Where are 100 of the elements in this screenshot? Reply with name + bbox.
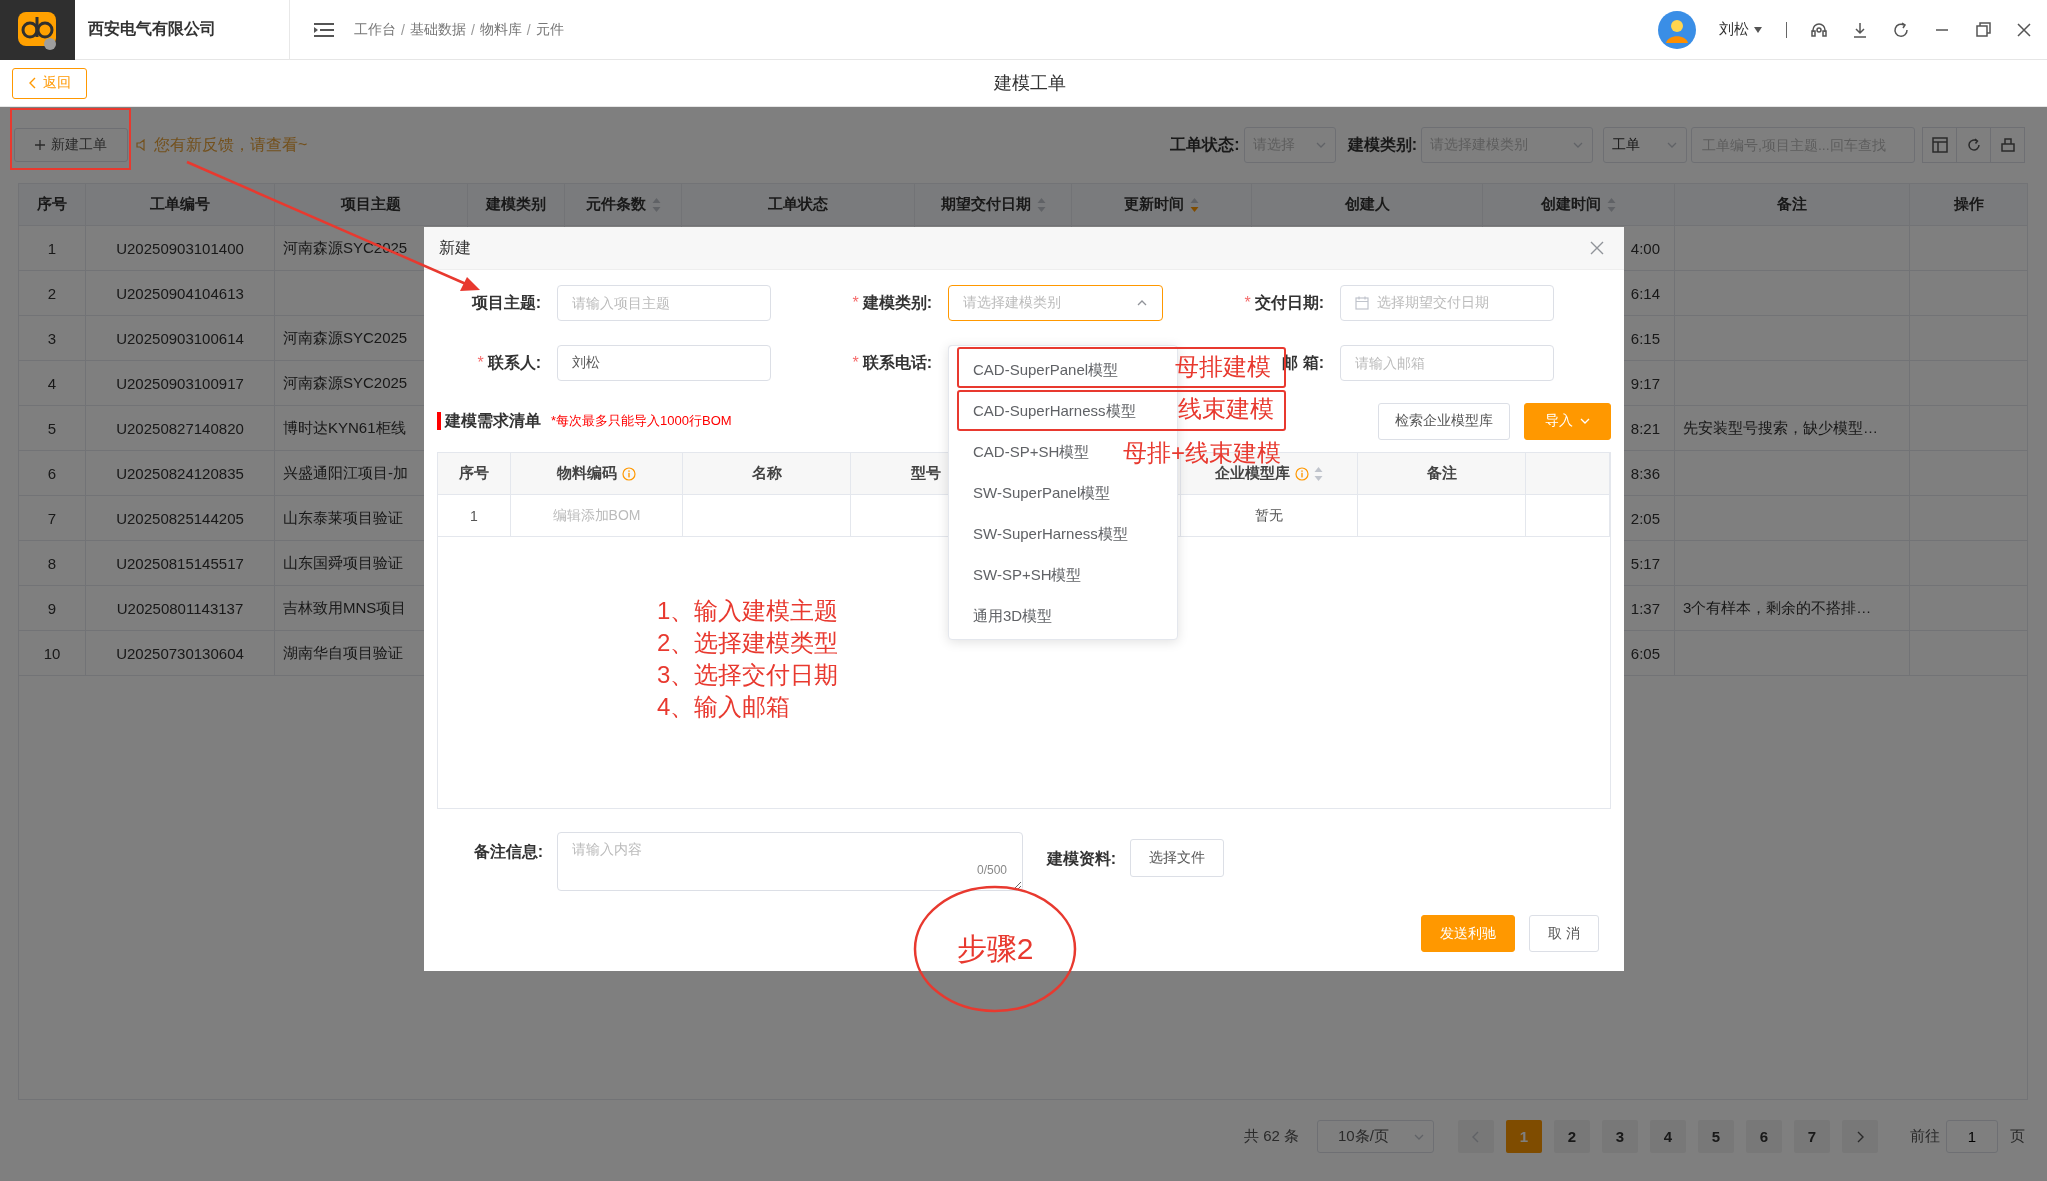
next-page-button[interactable] — [1842, 1120, 1878, 1153]
avatar[interactable] — [1658, 10, 1696, 49]
section-title: 建模需求清单 — [437, 412, 541, 430]
table-cell: U20250903101400 — [86, 226, 275, 271]
new-order-button[interactable]: 新建工单 — [14, 128, 128, 162]
dropdown-option[interactable]: CAD-SuperPanel模型 — [973, 361, 1119, 378]
table-cell: U20250904104613 — [86, 271, 275, 316]
user-menu[interactable]: 刘松 — [1719, 20, 1763, 39]
dropdown-option[interactable]: CAD-SP+SH模型 — [973, 443, 1090, 460]
column-header: 操作 — [1953, 195, 1984, 214]
page-unit: 页 — [2010, 1127, 2025, 1146]
table-cell: 3个有样本，剩余的不搭排… — [1675, 586, 1910, 631]
table-cell: U20250903100917 — [86, 361, 275, 406]
page-button[interactable]: 2 — [1554, 1120, 1590, 1153]
choose-file-button[interactable]: 选择文件 — [1130, 839, 1224, 877]
annotation-text: 母排+线束建模 — [1123, 438, 1281, 466]
input-field[interactable]: 请输入项目主题 — [557, 285, 771, 321]
table-icon — [1931, 137, 1948, 153]
table-cell: 5 — [19, 406, 86, 451]
refresh-icon — [1965, 137, 1982, 153]
goto-label: 前往 — [1910, 1127, 1940, 1146]
chevron-right-icon — [1856, 1130, 1864, 1143]
page-input[interactable]: 1 — [1946, 1120, 1998, 1153]
breadcrumb-link[interactable]: 工作台 — [354, 20, 396, 39]
sort-icon[interactable] — [1314, 465, 1323, 482]
sort-icon[interactable] — [651, 196, 661, 213]
table-cell: U20250824120835 — [86, 451, 275, 496]
dropdown-option[interactable]: SW-SP+SH模型 — [973, 566, 1082, 583]
page-button[interactable]: 5 — [1698, 1120, 1734, 1153]
required-mark: * — [1244, 294, 1251, 312]
menu-icon[interactable] — [314, 21, 334, 38]
restore-icon[interactable] — [1974, 20, 1992, 39]
plus-icon — [35, 140, 45, 150]
dropdown-option[interactable]: SW-SuperHarness模型 — [973, 525, 1128, 542]
column-header: 企业模型库 — [1215, 464, 1290, 483]
page-button[interactable]: 3 — [1602, 1120, 1638, 1153]
filter-label: 工单状态: — [1170, 134, 1240, 155]
sort-icon[interactable] — [1036, 196, 1046, 213]
column-header: 创建人 — [1344, 195, 1390, 214]
column-header: 序号 — [37, 195, 67, 214]
table-cell: U20250730130604 — [86, 631, 275, 676]
annotation-text: 3、选择交付日期 — [657, 660, 839, 690]
total-count: 共 62 条 — [1243, 1127, 1299, 1146]
dropdown-option[interactable]: CAD-SuperHarness模型 — [973, 402, 1136, 419]
character-count: 0/500 — [976, 863, 1007, 877]
input-field[interactable]: 刘松 — [557, 345, 771, 381]
column-header: 名称 — [751, 464, 782, 483]
close-icon — [1590, 241, 1604, 255]
breadcrumb-link[interactable]: 物料库 — [479, 20, 522, 39]
breadcrumb-separator: / — [401, 21, 405, 38]
cancel-button[interactable]: 取 消 — [1529, 915, 1599, 952]
required-mark: * — [477, 354, 484, 372]
dropdown-option[interactable]: SW-SuperPanel模型 — [973, 484, 1111, 501]
field-label: 建模资料: — [1045, 848, 1117, 869]
download-icon[interactable] — [1851, 20, 1869, 39]
close-icon[interactable] — [2015, 20, 2033, 39]
columns-button[interactable] — [1922, 127, 1957, 163]
table-cell: 8 — [19, 541, 86, 586]
column-header: 期望交付日期 — [940, 195, 1031, 214]
column-header: 物料编码 — [557, 464, 617, 483]
input-field[interactable]: 请输入邮箱 — [1340, 345, 1554, 381]
sort-icon[interactable] — [1190, 196, 1199, 213]
search-library-button[interactable]: 检索企业模型库 — [1378, 402, 1510, 440]
breadcrumb-link[interactable]: 基础数据 — [409, 20, 466, 39]
select-field[interactable]: 工单 — [1603, 127, 1687, 163]
field-label: 联系人: — [487, 352, 541, 373]
table-cell: U20250801143137 — [86, 586, 275, 631]
column-header: 项目主题 — [341, 195, 401, 214]
dropdown-option[interactable]: 通用3D模型 — [973, 607, 1053, 624]
breadcrumb-link[interactable]: 元件 — [535, 20, 564, 39]
page-button[interactable]: 4 — [1650, 1120, 1686, 1153]
table-cell: 9 — [19, 586, 86, 631]
column-header: 工单状态 — [768, 195, 828, 214]
annotation-text: 母排建模 — [1175, 352, 1271, 382]
company-name: 西安电气有限公司 — [88, 19, 216, 39]
sort-icon[interactable] — [1607, 196, 1616, 213]
required-mark: * — [852, 294, 859, 312]
caret-icon — [1753, 25, 1763, 34]
page-button[interactable]: 7 — [1794, 1120, 1830, 1153]
page-button[interactable]: 6 — [1746, 1120, 1782, 1153]
column-header: 型号 — [910, 464, 941, 483]
column-header: 创建时间 — [1541, 195, 1601, 214]
field-label: 交付日期: — [1254, 292, 1324, 313]
field-label: 联系电话: — [862, 352, 932, 373]
column-header: 备注 — [1426, 464, 1457, 483]
chevron-left-icon — [28, 77, 37, 89]
export-button[interactable] — [1990, 127, 2025, 163]
table-cell: U20250903100614 — [86, 316, 275, 361]
chevron-left-icon — [1472, 1130, 1480, 1143]
speaker-icon — [136, 139, 146, 151]
page-size-select[interactable]: 10条/页 — [1317, 1120, 1434, 1153]
field-label: 备注信息: — [472, 841, 544, 862]
close-button[interactable] — [1590, 241, 1604, 255]
headset-icon[interactable] — [1810, 20, 1828, 39]
dialog-title: 新建 — [439, 237, 471, 258]
annotation-text: 4、输入邮箱 — [657, 692, 792, 722]
printer-icon — [1999, 137, 2016, 153]
field-label: 建模类别: — [862, 292, 932, 313]
refresh-button[interactable] — [1956, 127, 1991, 163]
refresh-icon[interactable] — [1892, 20, 1910, 39]
